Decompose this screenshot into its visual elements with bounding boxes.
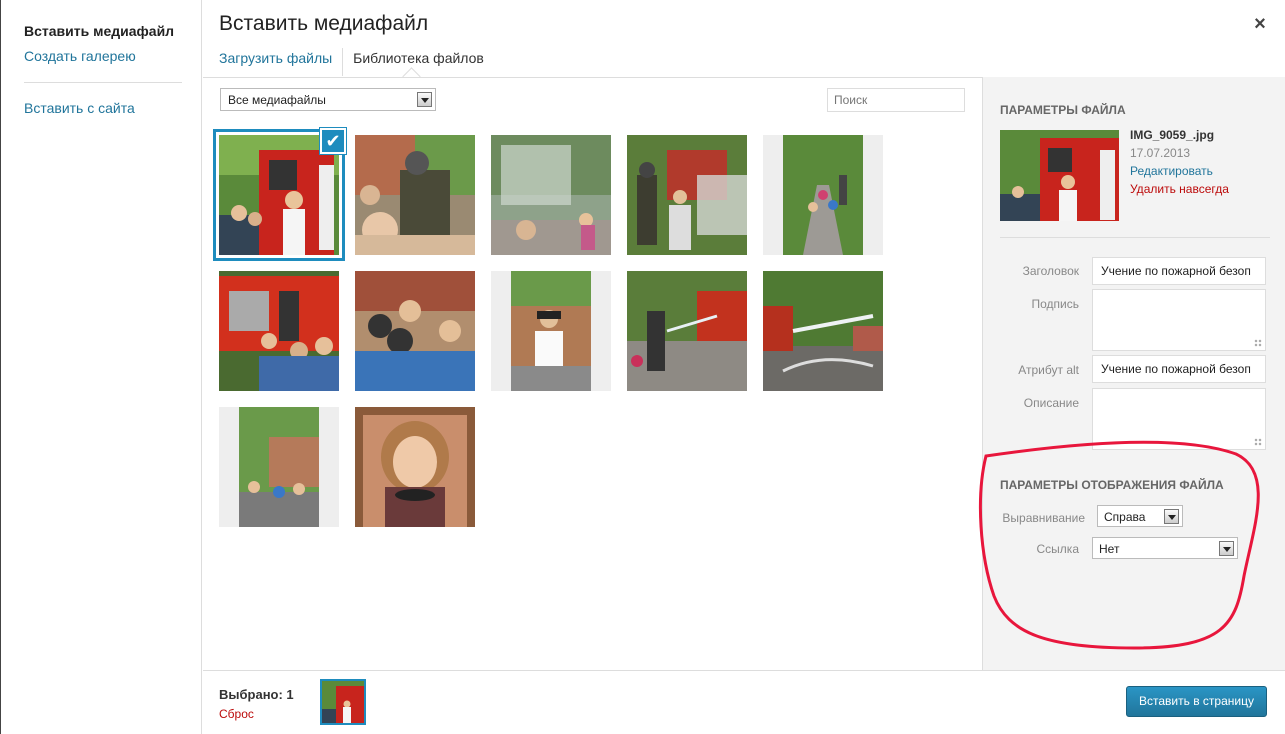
file-name: IMG_9059_.jpg — [1130, 128, 1215, 142]
title-field[interactable]: Учение по пожарной безоп — [1092, 257, 1266, 285]
attachment-thumb-3[interactable] — [491, 135, 611, 255]
chevron-down-icon — [1164, 509, 1179, 524]
media-menu: Вставить медиафайл Создать галерею Встав… — [0, 0, 202, 734]
attachment-thumb-4[interactable] — [627, 135, 747, 255]
children-building-photo-icon — [219, 407, 339, 527]
link-to-select[interactable]: Нет — [1092, 537, 1238, 559]
attachment-details-sidebar: ПАРАМЕТРЫ ФАЙЛА IMG_9059_.jpg 17.07.2013… — [982, 77, 1285, 670]
fire-truck-children-photo-icon — [219, 271, 339, 391]
description-field[interactable] — [1092, 388, 1266, 450]
check-icon[interactable]: ✔ — [320, 128, 346, 154]
fireman-photo-icon — [355, 135, 475, 255]
align-value: Справа — [1104, 510, 1146, 524]
attachment-thumb-10[interactable] — [763, 271, 883, 391]
tab-media-library[interactable]: Библиотека файлов — [342, 48, 494, 76]
menu-separator — [24, 82, 182, 83]
description-label: Описание — [1023, 396, 1079, 410]
link-value: Нет — [1099, 542, 1120, 556]
display-settings-heading: ПАРАМЕТРЫ ОТОБРАЖЕНИЯ ФАЙЛА — [1000, 478, 1224, 492]
attachment-thumb-8[interactable] — [491, 271, 611, 391]
media-filter-value: Все медиафайлы — [228, 93, 326, 107]
fire-truck-photo-icon — [1000, 130, 1119, 221]
fire-truck-photo-icon — [322, 681, 364, 723]
close-button[interactable]: × — [1248, 12, 1272, 36]
selection-count: Выбрано: 1 — [219, 687, 294, 702]
tab-upload-files[interactable]: Загрузить файлы — [219, 48, 342, 76]
resize-grip-icon[interactable] — [1254, 438, 1262, 446]
router-tabs: Загрузить файлы Библиотека файлов — [219, 48, 494, 76]
hose-yard-photo-icon — [763, 271, 883, 391]
header-divider — [203, 77, 982, 78]
frame-title: Вставить медиафайл — [219, 12, 429, 35]
woman-helmet-photo-icon — [491, 271, 611, 391]
align-label: Выравнивание — [1002, 511, 1085, 525]
firemen-photo-icon — [627, 135, 747, 255]
fireman-hose-photo-icon — [627, 271, 747, 391]
close-icon: × — [1254, 13, 1266, 35]
title-label: Заголовок — [1022, 264, 1079, 278]
children-helmets-photo-icon — [355, 271, 475, 391]
menu-item-insert-from-url[interactable]: Вставить с сайта — [24, 100, 135, 116]
search-input[interactable] — [827, 88, 965, 112]
attachment-thumb-9[interactable] — [627, 271, 747, 391]
chevron-down-icon — [417, 92, 432, 107]
edit-image-link[interactable]: Редактировать — [1130, 164, 1213, 178]
chevron-down-icon — [1219, 541, 1234, 556]
attachment-thumb-6[interactable] — [219, 271, 339, 391]
sidebar-separator — [1000, 237, 1270, 238]
alt-text-field[interactable]: Учение по пожарной безоп — [1092, 355, 1266, 383]
resize-grip-icon[interactable] — [1254, 339, 1262, 347]
align-select[interactable]: Справа — [1097, 505, 1183, 527]
media-toolbar-footer: Выбрано: 1 Сброс Вставить в страницу — [203, 670, 1285, 734]
delete-permanently-link[interactable]: Удалить навсегда — [1130, 182, 1229, 196]
menu-item-insert-media[interactable]: Вставить медиафайл — [24, 23, 174, 39]
media-filter-select[interactable]: Все медиафайлы — [220, 88, 436, 111]
attachment-thumb-5[interactable] — [763, 135, 883, 255]
caption-label: Подпись — [1031, 297, 1080, 311]
menu-item-create-gallery[interactable]: Создать галерею — [24, 48, 136, 64]
link-label: Ссылка — [1036, 542, 1079, 556]
insert-into-page-button[interactable]: Вставить в страницу — [1126, 686, 1267, 717]
caption-field[interactable] — [1092, 289, 1266, 351]
water-spray-photo-icon — [491, 135, 611, 255]
details-thumbnail — [1000, 130, 1119, 221]
file-params-heading: ПАРАМЕТРЫ ФАЙЛА — [1000, 103, 1126, 117]
attachment-thumb-2[interactable] — [355, 135, 475, 255]
file-date: 17.07.2013 — [1130, 146, 1191, 160]
selected-attachment-thumb[interactable] — [320, 679, 366, 725]
attachment-thumb-12[interactable] — [355, 407, 475, 527]
clear-selection-link[interactable]: Сброс — [219, 707, 254, 721]
woman-portrait-photo-icon — [355, 407, 475, 527]
attachment-thumb-7[interactable] — [355, 271, 475, 391]
attachment-thumb-11[interactable] — [219, 407, 339, 527]
alt-label: Атрибут alt — [1018, 363, 1079, 377]
children-path-photo-icon — [763, 135, 883, 255]
